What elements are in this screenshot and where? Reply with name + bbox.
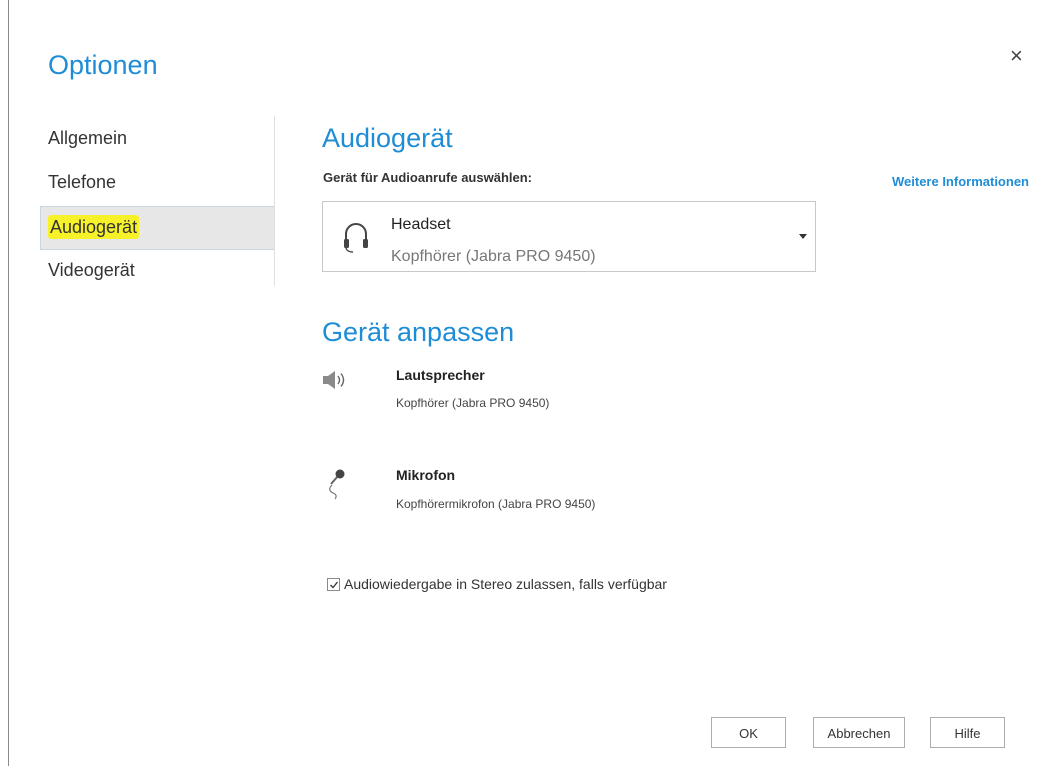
window-edge: [8, 0, 9, 766]
speaker-device: Kopfhörer (Jabra PRO 9450): [396, 396, 550, 410]
sidebar-item-telefone[interactable]: Telefone: [40, 162, 275, 206]
dialog-title: Optionen: [48, 50, 158, 80]
checkbox-checked-icon[interactable]: [327, 577, 340, 591]
sidebar-item-videogeraet[interactable]: Videogerät: [40, 250, 275, 294]
speaker-label: Lautsprecher: [396, 367, 485, 383]
speaker-icon: [322, 370, 356, 404]
more-info-link[interactable]: Weitere Informationen: [892, 174, 1029, 189]
section-heading-anpassen: Gerät anpassen: [322, 317, 515, 347]
close-icon[interactable]: ×: [1010, 44, 1023, 68]
cancel-button[interactable]: Abbrechen: [813, 717, 905, 748]
stereo-checkbox-label: Audiowiedergabe in Stereo zulassen, fall…: [344, 576, 667, 592]
sidebar-item-label: Audiogerät: [48, 215, 140, 239]
device-select-label: Gerät für Audioanrufe auswählen:: [323, 170, 532, 185]
microphone-device: Kopfhörermikrofon (Jabra PRO 9450): [396, 497, 596, 511]
headset-icon: [343, 220, 369, 254]
sidebar-item-label: Telefone: [48, 172, 117, 192]
sidebar-item-label: Videogerät: [48, 260, 135, 280]
help-button[interactable]: Hilfe: [930, 717, 1005, 748]
microphone-label: Mikrofon: [396, 467, 456, 483]
sidebar-item-label: Allgemein: [48, 128, 128, 148]
audio-device-dropdown[interactable]: Headset Kopfhörer (Jabra PRO 9450): [322, 201, 816, 272]
device-detail: Kopfhörer (Jabra PRO 9450): [391, 248, 596, 265]
microphone-icon: [326, 466, 360, 500]
section-heading-audiogeraet: Audiogerät: [322, 123, 453, 153]
sidebar-item-audiogeraet[interactable]: Audiogerät: [40, 206, 275, 250]
chevron-down-icon: [799, 234, 807, 239]
sidebar-item-allgemein[interactable]: Allgemein: [40, 118, 275, 162]
device-name: Headset: [391, 216, 451, 233]
ok-button[interactable]: OK: [711, 717, 786, 748]
stereo-checkbox[interactable]: Audiowiedergabe in Stereo zulassen, fall…: [327, 576, 667, 592]
sidebar-nav: Allgemein Telefone Audiogerät Videogerät: [40, 118, 275, 294]
sidebar-divider: [274, 116, 275, 286]
